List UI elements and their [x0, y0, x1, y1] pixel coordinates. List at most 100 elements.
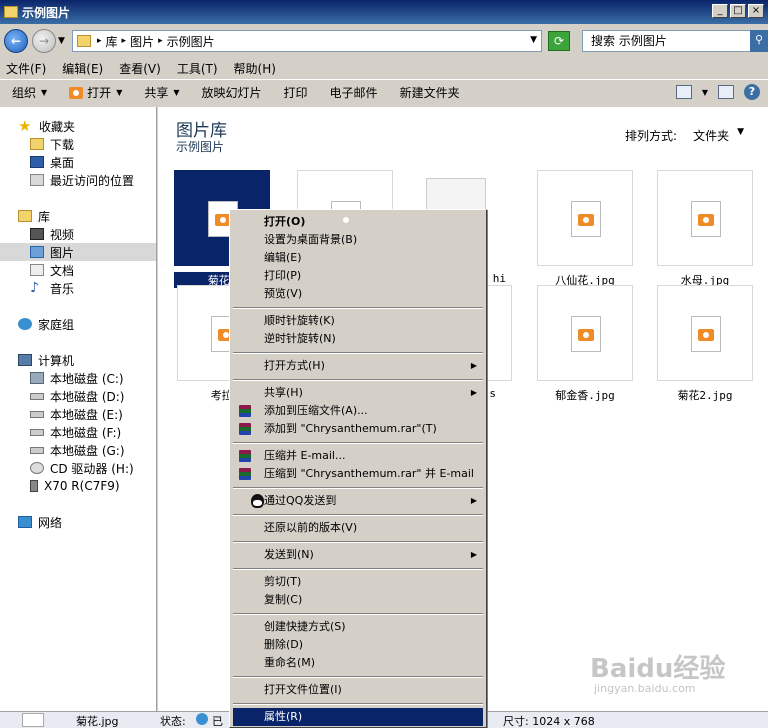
nav-computer[interactable]: 计算机 [18, 351, 74, 369]
ctx-qq-send[interactable]: 通过QQ发送到 ▶ [233, 492, 483, 510]
nav-label: 图片 [50, 245, 75, 260]
new-folder-button[interactable]: 新建文件夹 [400, 84, 460, 101]
menu-tools[interactable]: 工具(T) [177, 60, 218, 77]
view-controls: ▼ ? [675, 84, 760, 100]
menu-edit[interactable]: 编辑(E) [62, 60, 103, 77]
file-tile[interactable]: 八仙花.jpg [537, 170, 633, 288]
nav-music[interactable]: ♪ 音乐 [30, 279, 74, 297]
ctx-add-to-rar[interactable]: 添加到 "Chrysanthemum.rar"(T) [233, 420, 483, 438]
breadcrumb-libraries[interactable]: 库 [106, 33, 118, 50]
email-button[interactable]: 电子邮件 [330, 84, 378, 101]
breadcrumb-separator[interactable]: ▸ [158, 36, 163, 46]
nav-drive-g[interactable]: 本地磁盘 (G:) [30, 441, 125, 459]
window-title: 示例图片 [22, 5, 71, 20]
ctx-delete[interactable]: 删除(D) [233, 636, 483, 654]
address-dropdown[interactable]: ▼ [530, 35, 537, 45]
ctx-preview[interactable]: 预览(V) [233, 285, 483, 303]
ctx-rename[interactable]: 重命名(M) [233, 654, 483, 672]
ctx-edit[interactable]: 编辑(E) [233, 249, 483, 267]
slideshow-button[interactable]: 放映幻灯片 [202, 84, 262, 101]
thumbnail[interactable] [537, 285, 633, 381]
address-bar[interactable]: ▸ 库 ▸ 图片 ▸ 示例图片 ▼ [72, 30, 542, 52]
preview-pane-icon[interactable] [718, 85, 734, 99]
nav-downloads[interactable]: 下载 [30, 135, 74, 153]
menu-help[interactable]: 帮助(H) [234, 60, 276, 77]
ctx-print[interactable]: 打印(P) [233, 267, 483, 285]
ctx-set-wallpaper[interactable]: 设置为桌面背景(B) [233, 231, 483, 249]
ctx-properties[interactable]: 属性(R) [233, 708, 483, 726]
nav-drive-e[interactable]: 本地磁盘 (E:) [30, 405, 123, 423]
ctx-compress-rar-email[interactable]: 压缩到 "Chrysanthemum.rar" 并 E-mail [233, 465, 483, 483]
nav-documents[interactable]: 文档 [30, 261, 74, 279]
nav-drive-x70[interactable]: X70 R(C7F9) [30, 477, 120, 495]
nav-drive-h[interactable]: CD 驱动器 (H:) [30, 459, 134, 477]
nav-libraries[interactable]: 库 [18, 207, 50, 225]
ctx-open-location[interactable]: 打开文件位置(I) [233, 681, 483, 699]
nav-drive-c[interactable]: 本地磁盘 (C:) [30, 369, 124, 387]
file-tile[interactable]: 水母.jpg [657, 170, 753, 288]
nav-network[interactable]: 网络 [18, 513, 62, 531]
back-button[interactable]: ← [4, 29, 28, 53]
refresh-button[interactable]: ⟳ [548, 31, 570, 51]
organize-button[interactable]: 组织 ▼ [12, 84, 47, 101]
view-icon[interactable] [675, 85, 692, 99]
minimize-button[interactable]: _ [712, 4, 728, 18]
star-icon: ★ [18, 117, 32, 135]
ctx-copy[interactable]: 复制(C) [233, 591, 483, 609]
menu-view[interactable]: 查看(V) [119, 60, 161, 77]
ctx-open[interactable]: 打开(O) [233, 213, 483, 231]
ctx-open-with[interactable]: 打开方式(H) ▶ [233, 357, 483, 375]
file-tile[interactable]: 菊花2.jpg [657, 285, 753, 403]
nav-pictures[interactable]: 图片 [0, 243, 156, 261]
menu-file[interactable]: 文件(F) [6, 60, 46, 77]
nav-favorites[interactable]: ★ 收藏夹 [18, 117, 75, 135]
arrange-by[interactable]: 排列方式: 文件夹 ▼ [625, 127, 744, 144]
share-button[interactable]: 共享 ▼ [144, 84, 179, 101]
open-button[interactable]: 打开 ▼ [69, 84, 122, 101]
forward-button[interactable]: → [32, 29, 56, 53]
details-state-label: 状态: [160, 715, 186, 728]
thumbnail[interactable] [657, 285, 753, 381]
nav-homegroup[interactable]: 家庭组 [18, 315, 74, 333]
video-icon [30, 228, 44, 240]
ctx-label: 打开方式(H) [264, 359, 325, 372]
ctx-compress-email[interactable]: 压缩并 E-mail... [233, 447, 483, 465]
nav-drive-f[interactable]: 本地磁盘 (F:) [30, 423, 121, 441]
nav-recent[interactable]: 最近访问的位置 [30, 171, 134, 189]
breadcrumb-separator[interactable]: ▸ [97, 36, 102, 46]
photo-icon [691, 201, 721, 237]
ctx-cut[interactable]: 剪切(T) [233, 573, 483, 591]
help-icon[interactable]: ? [744, 84, 760, 100]
ctx-add-archive[interactable]: 添加到压缩文件(A)... [233, 402, 483, 420]
file-name[interactable]: 菊花2.jpg [657, 387, 753, 403]
breadcrumb-pictures[interactable]: 图片 [130, 33, 154, 50]
ctx-rotate-cw[interactable]: 顺时针旋转(K) [233, 312, 483, 330]
ctx-share[interactable]: 共享(H) ▶ [233, 384, 483, 402]
file-tile[interactable]: 郁金香.jpg [537, 285, 633, 403]
ctx-send-to[interactable]: 发送到(N) ▶ [233, 546, 483, 564]
nav-label: 网络 [38, 515, 63, 530]
close-button[interactable]: × [748, 4, 764, 18]
chevron-down-icon[interactable]: ▼ [702, 88, 708, 97]
breadcrumb-separator[interactable]: ▸ [122, 36, 127, 46]
menu-separator [233, 487, 483, 489]
breadcrumb-sample-pictures[interactable]: 示例图片 [167, 33, 215, 50]
ctx-restore[interactable]: 还原以前的版本(V) [233, 519, 483, 537]
winrar-icon [239, 450, 251, 462]
search-icon[interactable]: ⚲ [750, 30, 768, 52]
window-controls: _ □ × [712, 4, 764, 18]
print-button[interactable]: 打印 [284, 84, 308, 101]
file-name[interactable]: 郁金香.jpg [537, 387, 633, 403]
nav-desktop[interactable]: 桌面 [30, 153, 74, 171]
ctx-rotate-ccw[interactable]: 逆时针旋转(N) [233, 330, 483, 348]
nav-videos[interactable]: 视频 [30, 225, 74, 243]
ctx-create-shortcut[interactable]: 创建快捷方式(S) [233, 618, 483, 636]
file-thumbnail-icon [22, 713, 44, 727]
thumbnail[interactable] [657, 170, 753, 266]
thumbnail[interactable] [537, 170, 633, 266]
maximize-button[interactable]: □ [730, 4, 746, 18]
nav-drive-d[interactable]: 本地磁盘 (D:) [30, 387, 124, 405]
context-menu: 打开(O) 设置为桌面背景(B) 编辑(E) 打印(P) 预览(V) 顺时针旋转… [229, 209, 487, 728]
search-input[interactable]: 搜索 示例图片 [582, 30, 754, 52]
recent-pages-dropdown[interactable]: ▼ [58, 36, 68, 46]
